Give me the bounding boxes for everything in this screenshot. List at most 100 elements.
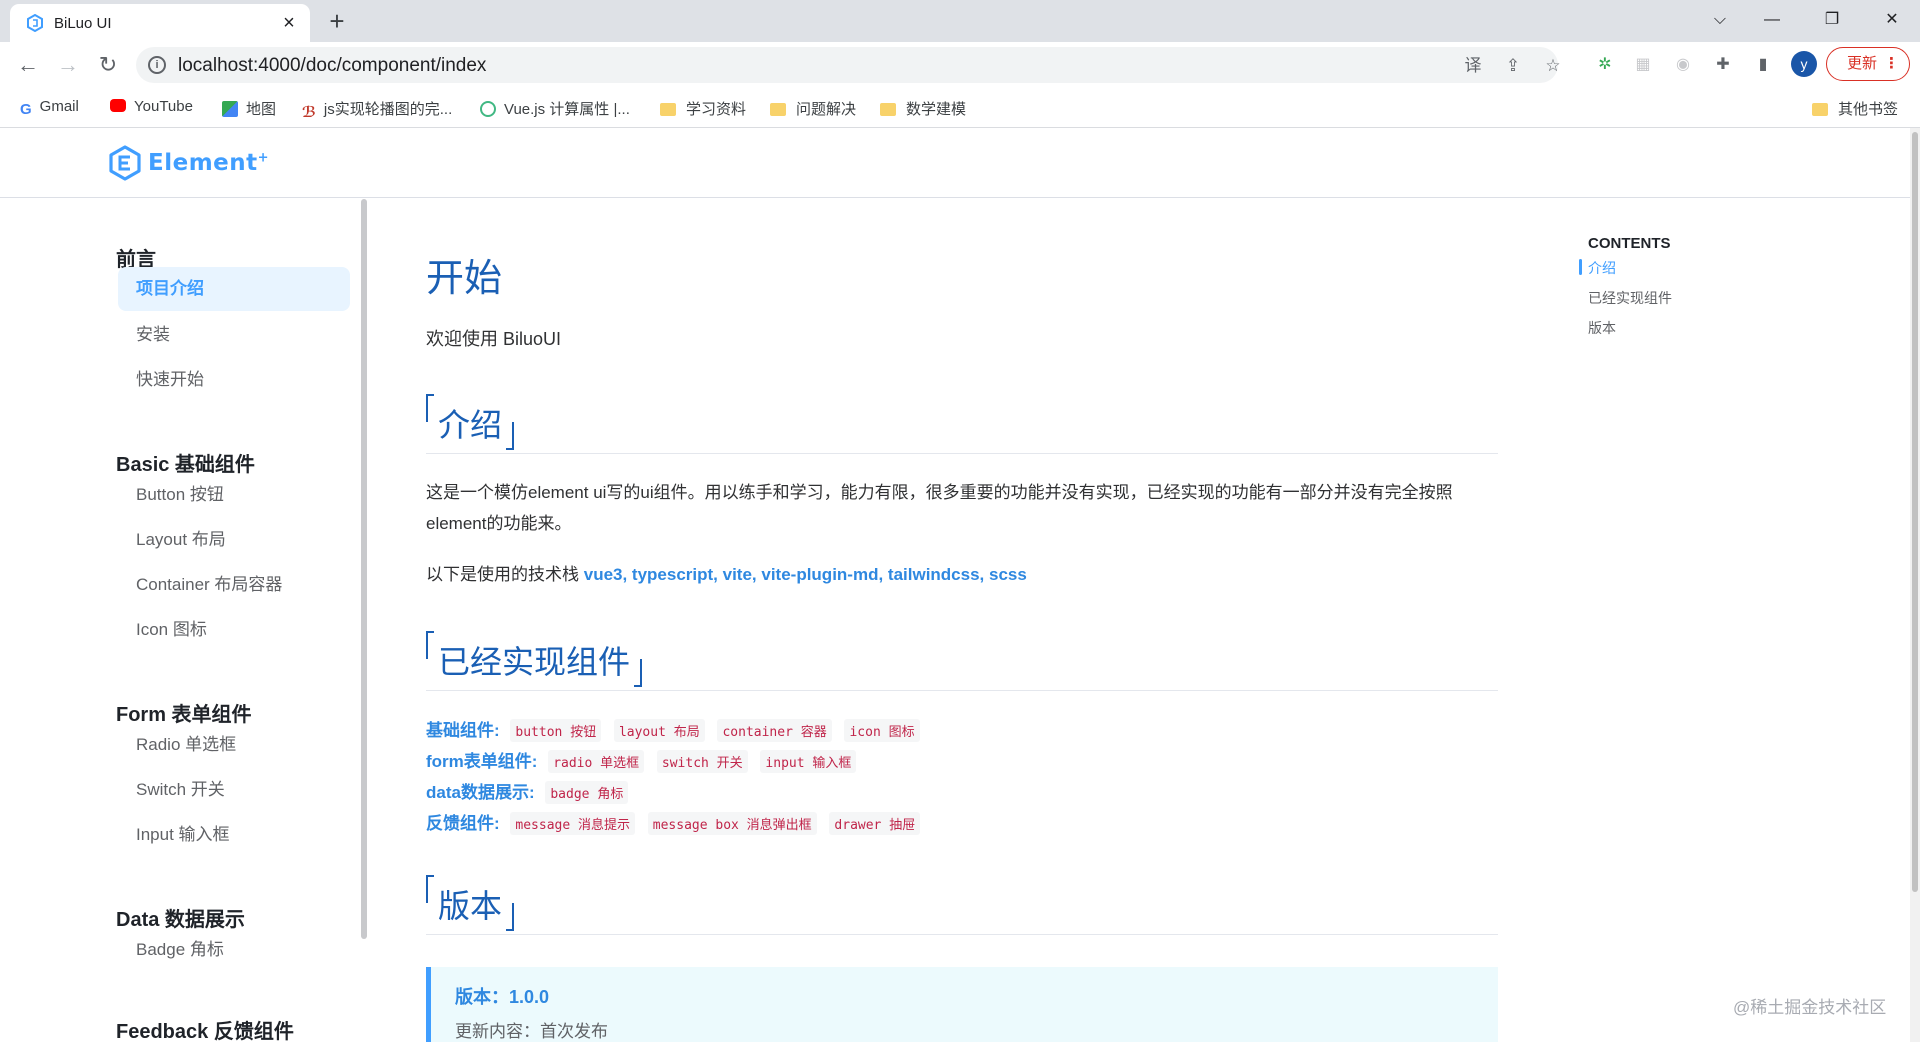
section-heading-version: 版本 xyxy=(426,875,1498,935)
restore-icon[interactable]: ❐ xyxy=(1812,6,1852,34)
feature-row-basic: 基础组件: button 按钮 layout 布局 container 容器 i… xyxy=(426,716,928,742)
sidebar-item-layout[interactable]: Layout 布局 xyxy=(118,518,350,562)
bookmark-js-carousel[interactable]: ℬjs实现轮播图的完... xyxy=(302,98,453,121)
sidebar-item-icon[interactable]: Icon 图标 xyxy=(118,608,350,652)
tab-title: BiLuo UI xyxy=(54,15,112,32)
site-logo[interactable]: Element+ xyxy=(108,143,269,183)
feature-row-data: data数据展示: badge 角标 xyxy=(426,778,636,804)
component-tag: input 输入框 xyxy=(760,750,857,773)
extension-color-icon[interactable]: ✲ xyxy=(1594,54,1616,76)
browser-toolbar: ← → ↻ i localhost:4000/doc/component/ind… xyxy=(0,42,1920,88)
sidebar-item-quickstart[interactable]: 快速开始 xyxy=(118,358,350,402)
sidebar-item-container[interactable]: Container 布局容器 xyxy=(118,563,350,607)
tab-search-icon[interactable]: ⌵ xyxy=(1700,6,1740,34)
component-tag: layout 布局 xyxy=(613,719,705,742)
version-label: 版本：1.0.0 xyxy=(455,987,550,1007)
component-tag: message box 消息弹出框 xyxy=(647,812,817,835)
site-icon: ℬ xyxy=(302,104,316,121)
reload-icon[interactable]: ↻ xyxy=(94,51,122,79)
version-note: 更新内容：首次发布 xyxy=(455,1022,608,1041)
bookmark-folder-study[interactable]: 学习资料 xyxy=(660,98,746,118)
bookmark-label: js实现轮播图的完... xyxy=(323,101,453,118)
section-heading-components: 已经实现组件 xyxy=(426,631,1498,691)
google-icon: G xyxy=(20,101,32,118)
bookmark-gmail[interactable]: G Gmail xyxy=(20,98,79,118)
bookmark-label: 其他书签 xyxy=(1838,101,1899,118)
browser-tab[interactable]: BiLuo UI × xyxy=(10,4,310,42)
bookmark-label: Gmail xyxy=(39,98,79,115)
sidebar-item-badge[interactable]: Badge 角标 xyxy=(118,928,350,972)
bookmark-youtube[interactable]: YouTube xyxy=(110,98,193,118)
update-label: 更新 xyxy=(1847,55,1878,72)
extension-face-icon[interactable]: ◉ xyxy=(1672,54,1694,76)
component-tag: container 容器 xyxy=(717,719,832,742)
version-callout: 版本：1.0.0 更新内容：首次发布 xyxy=(426,967,1498,1042)
side-panel-icon[interactable]: ▮ xyxy=(1752,54,1774,76)
forward-icon[interactable]: → xyxy=(54,51,82,79)
sidebar-item-input[interactable]: Input 输入框 xyxy=(118,813,350,857)
bookmark-folder-problems[interactable]: 问题解决 xyxy=(770,98,856,118)
watermark: @稀土掘金技术社区 xyxy=(1733,998,1887,1017)
sidebar: 前言 项目介绍 安装 快速开始 Basic 基础组件 Button 按钮 Lay… xyxy=(0,199,368,1042)
extension-grey-icon[interactable]: ▦ xyxy=(1632,54,1654,76)
intro-paragraph: 这是一个模仿element ui写的ui组件。用以练手和学习，能力有限，很多重要… xyxy=(426,483,1453,533)
bookmark-vue[interactable]: Vue.js 计算属性 |... xyxy=(480,98,630,118)
biluo-favicon-icon xyxy=(27,14,43,32)
bookmark-label: 问题解决 xyxy=(796,101,857,118)
page-title: 开始 xyxy=(426,258,503,300)
bookmark-label: Vue.js 计算属性 |... xyxy=(504,101,630,118)
toc-title: CONTENTS xyxy=(1588,235,1671,252)
feature-label: 基础组件: xyxy=(426,721,500,740)
stack-paragraph: 以下是使用的技术栈 vue3, typescript, vite, vite-p… xyxy=(426,559,1498,590)
component-tag: switch 开关 xyxy=(656,750,748,773)
site-info-icon[interactable]: i xyxy=(148,56,166,74)
page-scrollbar[interactable] xyxy=(1910,128,1920,1042)
back-icon[interactable]: ← xyxy=(14,51,42,79)
component-tag: drawer 抽屉 xyxy=(829,812,921,835)
sidebar-item-button[interactable]: Button 按钮 xyxy=(118,473,350,517)
feature-row-feedback: 反馈组件: message 消息提示 message box 消息弹出框 dra… xyxy=(426,809,928,835)
more-menu-icon[interactable]: ⋮ xyxy=(1884,48,1899,79)
sidebar-item-switch[interactable]: Switch 开关 xyxy=(118,768,350,812)
section-heading-intro: 介绍 xyxy=(426,394,1498,454)
component-tag: badge 角标 xyxy=(545,781,629,804)
maps-icon xyxy=(222,101,238,117)
url-text[interactable]: localhost:4000/doc/component/index xyxy=(178,55,486,77)
bookmark-folder-math[interactable]: 数学建模 xyxy=(880,98,966,118)
element-logo-icon xyxy=(109,145,141,181)
sidebar-item-install[interactable]: 安装 xyxy=(118,313,350,357)
extensions-puzzle-icon[interactable]: ✚ xyxy=(1712,54,1734,76)
profile-avatar[interactable]: y xyxy=(1791,51,1817,77)
component-tag: radio 单选框 xyxy=(548,750,645,773)
component-tag: icon 图标 xyxy=(844,719,920,742)
update-button[interactable]: 更新 ⋮ xyxy=(1826,47,1910,81)
address-bar[interactable]: i localhost:4000/doc/component/index 译 ⇪… xyxy=(136,47,1561,83)
toc-item-intro[interactable]: 介绍 xyxy=(1588,258,1616,278)
new-tab-icon[interactable]: + xyxy=(322,8,352,36)
minimize-icon[interactable]: — xyxy=(1752,6,1792,34)
sidebar-scrollbar[interactable] xyxy=(361,199,367,939)
bookmark-star-icon[interactable]: ☆ xyxy=(1542,55,1564,77)
feature-label: 反馈组件: xyxy=(426,814,500,833)
feature-label: data数据展示: xyxy=(426,783,535,802)
sidebar-item-intro[interactable]: 项目介绍 xyxy=(118,267,350,311)
sidebar-item-radio[interactable]: Radio 单选框 xyxy=(118,723,350,767)
sidebar-group-title: Feedback 反馈组件 xyxy=(116,1021,294,1042)
site-header: Element+ xyxy=(0,128,1920,198)
toc-item-version[interactable]: 版本 xyxy=(1588,318,1616,338)
translate-icon[interactable]: 译 xyxy=(1462,55,1484,77)
bookmarks-bar: G Gmail YouTube 地图 ℬjs实现轮播图的完... Vue.js 计… xyxy=(0,88,1920,128)
window-close-icon[interactable]: ✕ xyxy=(1872,6,1912,34)
tab-close-icon[interactable]: × xyxy=(278,12,300,34)
toc-item-components[interactable]: 已经实现组件 xyxy=(1588,288,1672,308)
page-scrollbar-thumb[interactable] xyxy=(1912,132,1918,892)
folder-icon xyxy=(1812,103,1828,116)
bookmark-other[interactable]: 其他书签 xyxy=(1812,98,1898,118)
share-icon[interactable]: ⇪ xyxy=(1502,55,1524,77)
toc-active-indicator xyxy=(1579,259,1582,275)
tab-strip: BiLuo UI × + ⌵ — ❐ ✕ xyxy=(0,0,1920,42)
stack-list: vue3, typescript, vite, vite-plugin-md, … xyxy=(583,565,1027,584)
youtube-icon xyxy=(110,99,126,112)
bookmark-maps[interactable]: 地图 xyxy=(222,98,276,118)
main-content: 开始 欢迎使用 BiluoUI 介绍 这是一个模仿element ui写的ui组… xyxy=(426,199,1498,1042)
